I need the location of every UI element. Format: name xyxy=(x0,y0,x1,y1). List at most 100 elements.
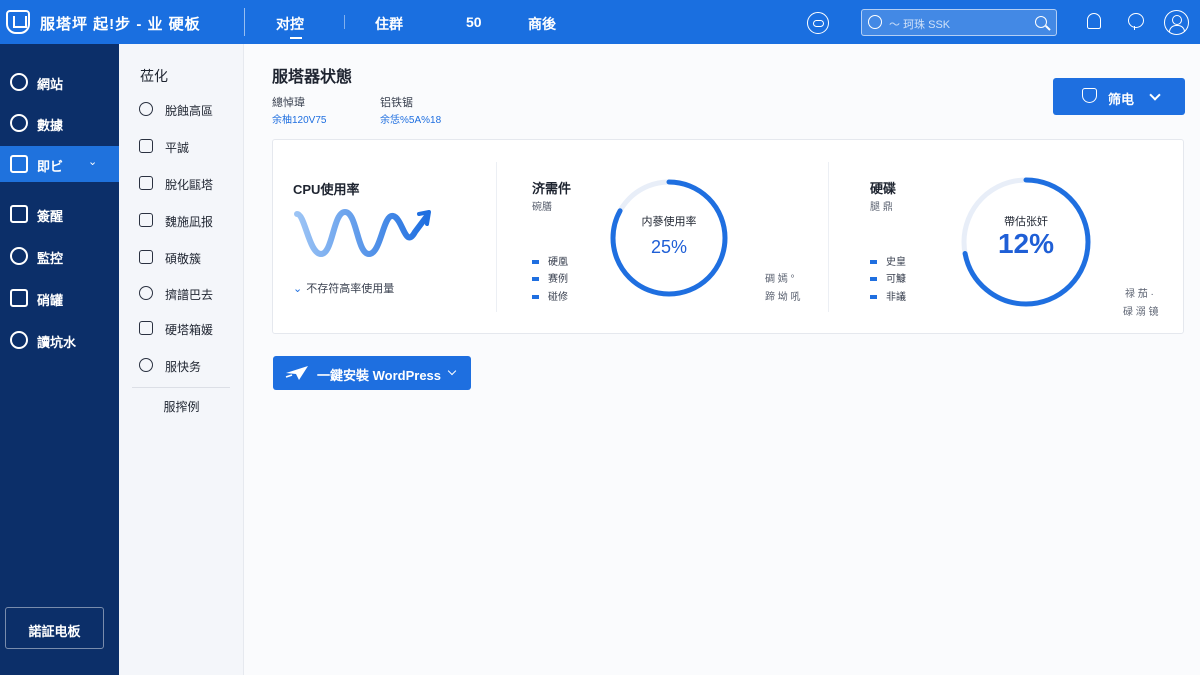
submenu-item-label: 碩敬簇 xyxy=(165,252,202,266)
list-icon xyxy=(10,289,28,307)
disk-gauge-value: 12% xyxy=(997,228,1055,259)
sub-menu: 莅化 脫蝕高區 平誠 脫化甌塔 魏施凪报 碩敬簇 擠譜巴去 硬塔箱媛 服快务 服… xyxy=(119,44,244,675)
sidebar-item-logs[interactable]: 硝罐 xyxy=(0,280,119,316)
cpu-footer-label: 不存符高率使用量 xyxy=(306,283,395,295)
sidebar-item-label: 即ビ xyxy=(37,159,64,174)
edit-icon xyxy=(139,139,153,153)
submenu-item-label: 擠譜巴去 xyxy=(165,288,214,302)
memory-side-note: 蹄 坳 吼 xyxy=(765,292,801,303)
sidebar-item-website[interactable]: 網站 xyxy=(0,64,119,100)
panel-switch-button[interactable]: 諾証电板 xyxy=(5,607,104,649)
shield-icon xyxy=(10,247,28,265)
cpu-wave-chart xyxy=(294,208,431,258)
sidebar-item-files[interactable]: 簽醒 xyxy=(0,196,119,232)
submenu-item-label: 脫蝕高區 xyxy=(165,104,214,118)
install-wordpress-button[interactable]: 一鍵安裝 WordPress xyxy=(273,356,471,390)
divider xyxy=(344,15,345,29)
nav-tab-4[interactable]: 商後 xyxy=(528,14,556,34)
filter-button-label: 筛电 xyxy=(1108,92,1135,107)
submenu-footer-link[interactable]: 服搾例 xyxy=(119,398,244,415)
memory-side-note: 碉 嫣 ° xyxy=(765,274,795,285)
filter-button[interactable]: 筛电 xyxy=(1053,78,1185,115)
lock-icon xyxy=(139,213,153,227)
memory-legend-item: 硬凰 xyxy=(532,253,568,268)
page-title: 服塔器状態 xyxy=(272,69,353,86)
sidebar-item-label: 數據 xyxy=(37,118,64,133)
sidebar-item-security[interactable]: 監控 xyxy=(0,238,119,274)
disk-subtitle: 腿 鼎 xyxy=(870,202,893,213)
download-icon xyxy=(139,250,153,264)
filter-icon xyxy=(1082,88,1097,103)
chevron-down-icon xyxy=(1149,89,1161,101)
loop-icon xyxy=(10,331,28,349)
disk-legend-item: 史皇 xyxy=(870,253,906,268)
divider xyxy=(244,8,245,36)
divider xyxy=(828,162,829,312)
send-icon xyxy=(285,366,308,380)
sidebar-item-label: 硝罐 xyxy=(37,293,64,308)
memory-subtitle: 碗膳 xyxy=(532,202,552,213)
chat-icon[interactable] xyxy=(1128,13,1144,30)
clock-icon xyxy=(868,15,882,29)
meta-label-2: 铝铁锯 xyxy=(380,97,413,109)
search-input[interactable]: ～ 珂珠 SSK xyxy=(861,9,1057,36)
cpu-footer[interactable]: ⌄ 不存符高率使用量 xyxy=(293,280,394,296)
divider xyxy=(132,387,230,388)
submenu-item-label: 平誠 xyxy=(165,141,190,155)
sidebar-item-label: 監控 xyxy=(37,251,64,266)
disk-legend-item: 非議 xyxy=(870,288,906,303)
cpu-title: CPU使用率 xyxy=(293,182,360,197)
memory-gauge-label: 内蔘使用率 xyxy=(641,216,697,228)
bell-icon[interactable] xyxy=(1087,13,1101,29)
memory-gauge-value: 25% xyxy=(650,237,688,257)
search-icon[interactable] xyxy=(1035,16,1047,28)
monitor-icon xyxy=(10,155,28,173)
sidebar-item-database[interactable]: 數據 xyxy=(0,105,119,141)
install-wordpress-label: 一鍵安裝 WordPress xyxy=(317,368,442,383)
user-avatar-icon[interactable] xyxy=(1164,10,1189,35)
top-bar: 服塔坪 起!步 - 业 硬板 对控 住群 50 商後 ～ 珂珠 SSK xyxy=(0,0,1200,44)
submenu-item-label: 服快务 xyxy=(165,360,202,374)
disk-gauge-label: 帶估张奸 xyxy=(1004,216,1048,228)
sidebar-item-tasks[interactable]: 讀坑水 xyxy=(0,322,119,358)
brand-title: 服塔坪 起!步 - 业 硬板 xyxy=(40,16,201,33)
chevron-down-icon: ⌄ xyxy=(293,283,303,295)
nav-tab-3[interactable]: 50 xyxy=(466,14,482,30)
submenu-title: 莅化 xyxy=(140,68,168,84)
meta-value-1[interactable]: 余柚120V75 xyxy=(272,111,326,126)
database-icon xyxy=(10,114,28,132)
submenu-item-label: 硬塔箱媛 xyxy=(165,323,214,337)
sidebar-item-monitor[interactable]: 即ビ ⌄ xyxy=(0,146,119,182)
memory-title: 济需件 xyxy=(532,181,572,196)
sidebar-item-label: 網站 xyxy=(37,77,64,92)
sidebar-item-label: 讀坑水 xyxy=(37,335,77,350)
logo-icon[interactable] xyxy=(6,10,30,34)
memory-legend-item: 碰修 xyxy=(532,288,568,303)
disk-legend-item: 可鱇 xyxy=(870,270,906,285)
submenu-item-label: 脫化甌塔 xyxy=(165,178,214,192)
chevron-down-icon: ⌄ xyxy=(88,156,98,168)
main-sidebar: 網站 數據 即ビ ⌄ 簽醒 監控 硝罐 讀坑水 諾証电板 xyxy=(0,44,119,675)
nav-tab-2[interactable]: 住群 xyxy=(375,14,403,34)
panel-switch-label: 諾証电板 xyxy=(28,624,81,639)
submenu-item-label: 魏施凪报 xyxy=(165,215,214,229)
phone-icon xyxy=(139,286,153,300)
refresh-icon[interactable] xyxy=(807,12,829,34)
chevron-down-icon xyxy=(447,366,457,376)
server-status-card: CPU使用率 ⌄ 不存符高率使用量 济需件 碗膳 硬凰 赛例 碰修 内蔘使用率 2… xyxy=(272,139,1184,334)
file-icon xyxy=(10,205,28,223)
disk-side-note: 碌 溺 镜 xyxy=(1123,307,1159,318)
clock-icon xyxy=(139,102,153,116)
chart-icon xyxy=(139,176,153,190)
nav-tab-1[interactable]: 对控 xyxy=(276,14,304,39)
meta-value-2[interactable]: 余恁%5A%18 xyxy=(380,111,441,126)
sidebar-item-label: 簽醒 xyxy=(37,209,64,224)
divider xyxy=(496,162,497,312)
meta-label-1: 總悼瑋 xyxy=(272,97,305,109)
disk-title: 硬碟 xyxy=(870,181,897,196)
disk-side-note: 禄 茄 · xyxy=(1125,289,1154,300)
face-icon xyxy=(139,358,153,372)
memory-legend-item: 赛例 xyxy=(532,270,568,285)
search-placeholder: ～ 珂珠 SSK xyxy=(889,19,951,31)
shield-icon xyxy=(139,321,153,335)
